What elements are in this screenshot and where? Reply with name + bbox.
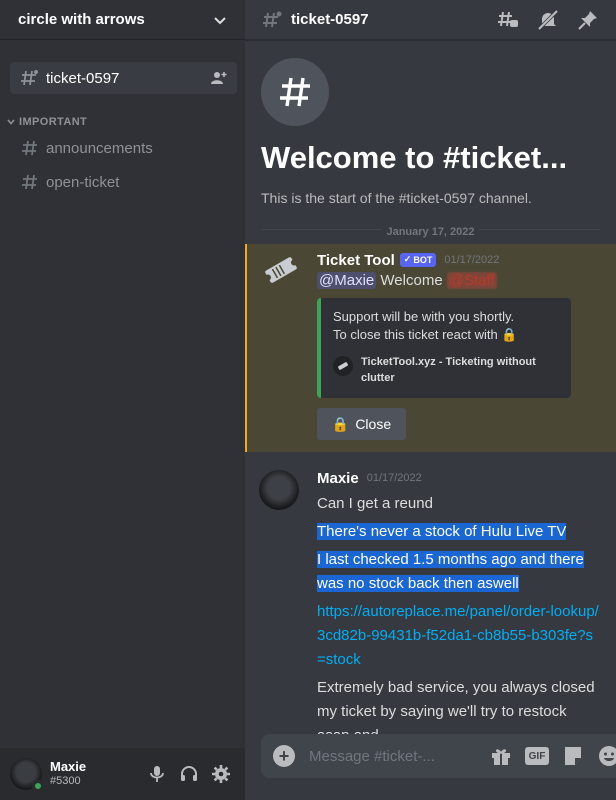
user-info[interactable]: Maxie #5300 (50, 759, 141, 789)
user-panel: Maxie #5300 (0, 748, 245, 800)
user-avatar[interactable] (259, 470, 299, 510)
emoji-icon[interactable] (597, 744, 616, 768)
close-ticket-button[interactable]: 🔒 Close (317, 408, 406, 440)
timestamp: 01/17/2022 (444, 254, 500, 266)
chevron-down-icon (7, 119, 15, 125)
muted-bell-icon[interactable] (536, 8, 560, 32)
chat-area: ticket-0597 Welcome to #ticket... This i… (245, 0, 616, 800)
sticker-icon[interactable] (561, 744, 585, 768)
online-status-icon (32, 780, 44, 792)
sidebar-item-announcements[interactable]: announcements (10, 132, 237, 164)
date-divider-text: January 17, 2022 (382, 226, 479, 238)
check-icon: ✓ (403, 254, 412, 264)
mute-button[interactable] (141, 758, 173, 790)
message-text: There's never a stock of Hulu Live TV (317, 520, 600, 544)
discriminator: #5300 (50, 775, 81, 787)
message-header: Maxie 01/17/2022 (317, 468, 600, 488)
embed-text: To close this ticket react with (333, 327, 498, 342)
sidebar-item-label: ticket-0597 (46, 69, 120, 87)
message-text: Can I get a reund (317, 495, 433, 512)
message-maxie[interactable]: Maxie 01/17/2022 Can I get a reund There… (245, 464, 616, 756)
sidebar-item-label: announcements (46, 139, 153, 157)
lock-icon: 🔒 (331, 415, 350, 432)
selected-text: I last checked 1.5 months ago and there … (317, 551, 584, 592)
deafen-button[interactable] (173, 758, 205, 790)
date-divider: January 17, 2022 (261, 222, 600, 238)
channel-title: ticket-0597 (291, 11, 369, 28)
welcome-title: Welcome to #ticket... (261, 140, 568, 175)
avatar[interactable] (10, 758, 44, 792)
category-important[interactable]: IMPORTANT (0, 116, 245, 128)
channel-header: ticket-0597 (245, 0, 616, 40)
author-name[interactable]: Ticket Tool (317, 252, 395, 269)
server-header[interactable]: circle with arrows (0, 0, 245, 40)
ticket-icon (333, 356, 353, 376)
bot-avatar[interactable] (261, 250, 301, 290)
message-text: https://autoreplace.me/panel/order-looku… (317, 600, 600, 672)
lock-icon: 🔒 (501, 327, 518, 342)
username: Maxie (50, 759, 87, 774)
message-text: I last checked 1.5 months ago and there … (317, 548, 600, 596)
channel-sidebar: circle with arrows ticket-0597 IMPORTANT… (0, 0, 245, 800)
user-settings-button[interactable] (205, 758, 237, 790)
bot-badge: ✓ BOT (399, 253, 437, 267)
message-link[interactable]: https://autoreplace.me/panel/order-looku… (317, 603, 599, 668)
channel-badge (261, 58, 329, 126)
category-label: IMPORTANT (19, 116, 88, 128)
bot-badge-label: BOT (413, 254, 433, 265)
thread-hash-icon (21, 70, 38, 86)
message-input[interactable]: Message #ticket-... (309, 748, 477, 765)
message-body: @Maxie Welcome @Staff (317, 270, 600, 292)
pin-icon[interactable] (576, 8, 600, 32)
embed-description-line: To close this ticket react with 🔒 (333, 326, 559, 344)
hash-icon (22, 140, 37, 156)
gear-icon (212, 765, 230, 783)
thread-hash-icon (263, 11, 282, 27)
microphone-icon (150, 766, 164, 782)
message-composer[interactable]: + Message #ticket-... GIF (261, 734, 616, 778)
close-button-label: Close (355, 416, 392, 432)
gif-icon[interactable]: GIF (525, 747, 549, 765)
sidebar-item-label: open-ticket (46, 173, 120, 191)
timestamp: 01/17/2022 (366, 472, 422, 484)
channel-welcome: Welcome to #ticket... This is the start … (245, 40, 616, 206)
role-mention[interactable]: @Staff (446, 272, 497, 289)
channel-list: ticket-0597 IMPORTANT announcements open… (0, 40, 245, 198)
add-member-icon[interactable] (211, 70, 227, 86)
hash-icon (22, 174, 37, 190)
threads-icon[interactable] (496, 8, 520, 32)
chevron-down-icon[interactable] (213, 13, 227, 27)
ticket-icon (265, 257, 297, 283)
gift-icon[interactable] (489, 744, 513, 768)
selected-text: There's never a stock of Hulu Live TV (317, 523, 567, 540)
server-name: circle with arrows (18, 11, 145, 28)
headphones-icon (181, 766, 197, 781)
hash-icon (280, 77, 310, 107)
sidebar-item-open-ticket[interactable]: open-ticket (10, 166, 237, 198)
embed-description-line: Support will be with you shortly. (333, 309, 515, 324)
sidebar-item-ticket[interactable]: ticket-0597 (10, 62, 237, 94)
attach-plus-icon[interactable]: + (273, 745, 295, 767)
message-text: Welcome (380, 272, 443, 289)
message-header: Ticket Tool ✓ BOT 01/17/2022 (317, 250, 600, 270)
message-ticket-tool[interactable]: Ticket Tool ✓ BOT 01/17/2022 @Maxie Welco… (245, 244, 616, 452)
user-mention[interactable]: @Maxie (317, 272, 377, 289)
welcome-subtitle: This is the start of the #ticket-0597 ch… (261, 190, 532, 206)
author-name[interactable]: Maxie (317, 470, 359, 487)
embed-footer-text: TicketTool.xyz - Ticketing without clutt… (361, 356, 536, 384)
embed-footer: TicketTool.xyz - Ticketing without clutt… (333, 354, 559, 386)
message-embed: Support will be with you shortly. To clo… (317, 298, 571, 398)
